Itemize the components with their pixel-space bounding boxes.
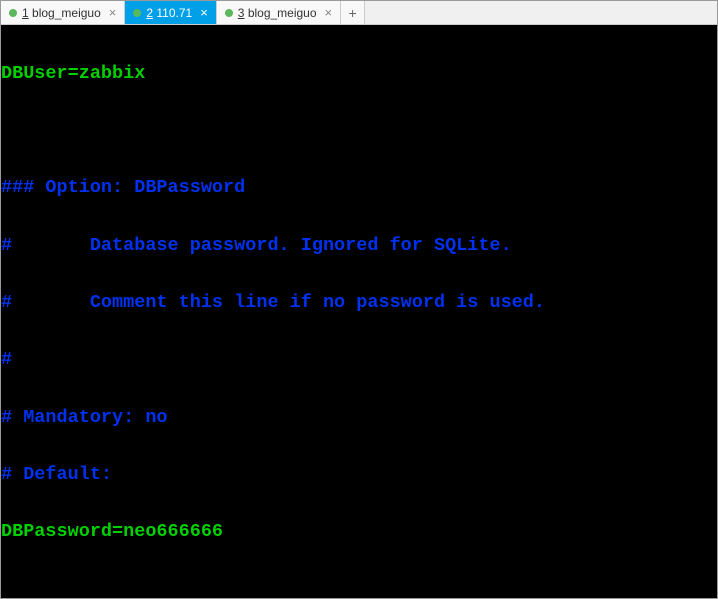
blank-line [1,117,717,146]
close-icon[interactable]: × [322,5,333,20]
comment-line: # Database password. Ignored for SQLite. [1,232,717,261]
tab-label: 3 blog_meiguo [238,6,317,20]
tab-label: 2 110.71 [146,6,192,20]
comment-line: # Mandatory: no [1,404,717,433]
tab-label: 1 blog_meiguo [22,6,101,20]
add-tab-button[interactable]: + [341,1,365,24]
comment-line: # [1,346,717,375]
connection-status-icon [133,9,141,17]
comment-line: # Comment this line if no password is us… [1,289,717,318]
config-line: DBPassword=neo666666 [1,518,717,547]
comment-line: # Default: [1,461,717,490]
config-line: DBUser=zabbix [1,60,717,89]
connection-status-icon [225,9,233,17]
connection-status-icon [9,9,17,17]
tab-bar: 1 blog_meiguo × 2 110.71 × 3 blog_meiguo… [1,1,717,25]
terminal-output[interactable]: DBUser=zabbix ### Option: DBPassword # D… [1,25,717,598]
tab-blog-meiguo-1[interactable]: 1 blog_meiguo × [1,1,125,24]
tab-blog-meiguo-3[interactable]: 3 blog_meiguo × [217,1,341,24]
close-icon[interactable]: × [197,5,208,20]
close-icon[interactable]: × [106,5,117,20]
blank-line [1,576,717,598]
comment-line: ### Option: DBPassword [1,174,717,203]
tab-110-71[interactable]: 2 110.71 × [125,1,216,24]
